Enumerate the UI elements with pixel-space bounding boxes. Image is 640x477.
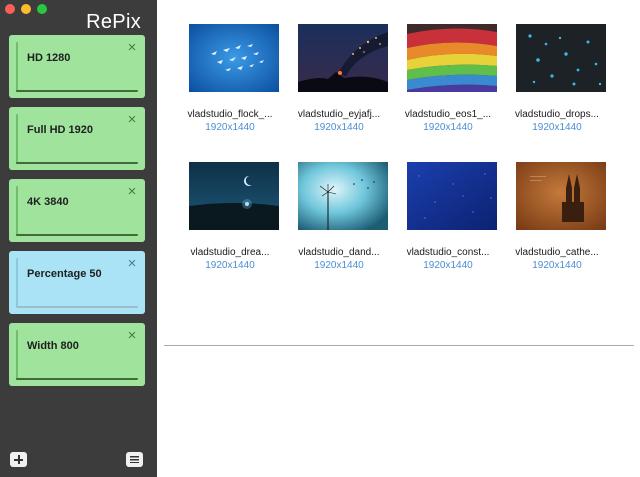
- image-tile[interactable]: vladstudio_flock_... 1920x1440: [172, 24, 288, 133]
- image-tile[interactable]: vladstudio_dand... 1920x1440: [281, 162, 397, 271]
- image-thumbnail: [189, 24, 279, 92]
- image-thumbnail: [298, 24, 388, 92]
- zoom-window-button[interactable]: [37, 4, 47, 14]
- image-tile[interactable]: vladstudio_drops... 1920x1440: [499, 24, 615, 133]
- preset-label: Full HD 1920: [27, 124, 94, 136]
- preset-progress-bar: [16, 378, 138, 380]
- preset-card[interactable]: Full HD 1920 ×: [9, 107, 145, 170]
- preset-card-selected[interactable]: Percentage 50 ×: [9, 251, 145, 314]
- image-resolution: 1920x1440: [205, 260, 255, 271]
- preset-label: 4K 3840: [27, 196, 69, 208]
- close-window-button[interactable]: [5, 4, 15, 14]
- image-thumbnail: [516, 24, 606, 92]
- preset-progress-bar: [16, 162, 138, 164]
- image-thumbnail: [298, 162, 388, 230]
- image-resolution: 1920x1440: [532, 122, 582, 133]
- image-resolution: 1920x1440: [205, 122, 255, 133]
- image-thumbnail: [407, 24, 497, 92]
- preset-progress-bar: [16, 90, 138, 92]
- image-thumbnail: [407, 162, 497, 230]
- preset-card[interactable]: Width 800 ×: [9, 323, 145, 386]
- image-filename: vladstudio_const...: [406, 247, 490, 258]
- image-filename: vladstudio_eos1_...: [404, 109, 492, 120]
- image-thumbnail: [516, 162, 606, 230]
- close-icon[interactable]: ×: [125, 256, 139, 271]
- image-resolution: 1920x1440: [423, 122, 473, 133]
- menu-icon[interactable]: [126, 452, 143, 467]
- plus-icon[interactable]: [10, 452, 27, 467]
- image-filename: vladstudio_drea...: [190, 247, 270, 258]
- image-filename: vladstudio_dand...: [298, 247, 380, 258]
- preset-label: HD 1280: [27, 52, 71, 64]
- preset-label: Percentage 50: [27, 268, 102, 280]
- preset-progress-bar: [16, 306, 138, 308]
- image-filename: vladstudio_flock_...: [187, 109, 273, 120]
- close-icon[interactable]: ×: [125, 112, 139, 127]
- close-icon[interactable]: ×: [125, 328, 139, 343]
- image-resolution: 1920x1440: [314, 260, 364, 271]
- preset-progress-bar: [16, 234, 138, 236]
- image-tile[interactable]: vladstudio_eyjafj... 1920x1440: [281, 24, 397, 133]
- close-icon[interactable]: ×: [125, 184, 139, 199]
- image-tile[interactable]: vladstudio_const... 1920x1440: [390, 162, 506, 271]
- image-tile[interactable]: vladstudio_drea... 1920x1440: [172, 162, 288, 271]
- image-filename: vladstudio_eyjafj...: [297, 109, 381, 120]
- preset-card[interactable]: 4K 3840 ×: [9, 179, 145, 242]
- preset-card[interactable]: HD 1280 ×: [9, 35, 145, 98]
- sidebar: RePix HD 1280 × Full HD 1920 × 4K 3840 ×…: [0, 0, 157, 477]
- image-resolution: 1920x1440: [314, 122, 364, 133]
- image-resolution: 1920x1440: [423, 260, 473, 271]
- image-tile[interactable]: vladstudio_eos1_... 1920x1440: [390, 24, 506, 133]
- image-thumbnail: [189, 162, 279, 230]
- minimize-window-button[interactable]: [21, 4, 31, 14]
- image-resolution: 1920x1440: [532, 260, 582, 271]
- close-icon[interactable]: ×: [125, 40, 139, 55]
- image-tile[interactable]: vladstudio_cathe... 1920x1440: [499, 162, 615, 271]
- image-filename: vladstudio_drops...: [515, 109, 599, 120]
- app-title: RePix: [86, 11, 141, 33]
- preset-label: Width 800: [27, 340, 79, 352]
- drop-area-divider: [164, 345, 634, 346]
- image-filename: vladstudio_cathe...: [515, 247, 599, 258]
